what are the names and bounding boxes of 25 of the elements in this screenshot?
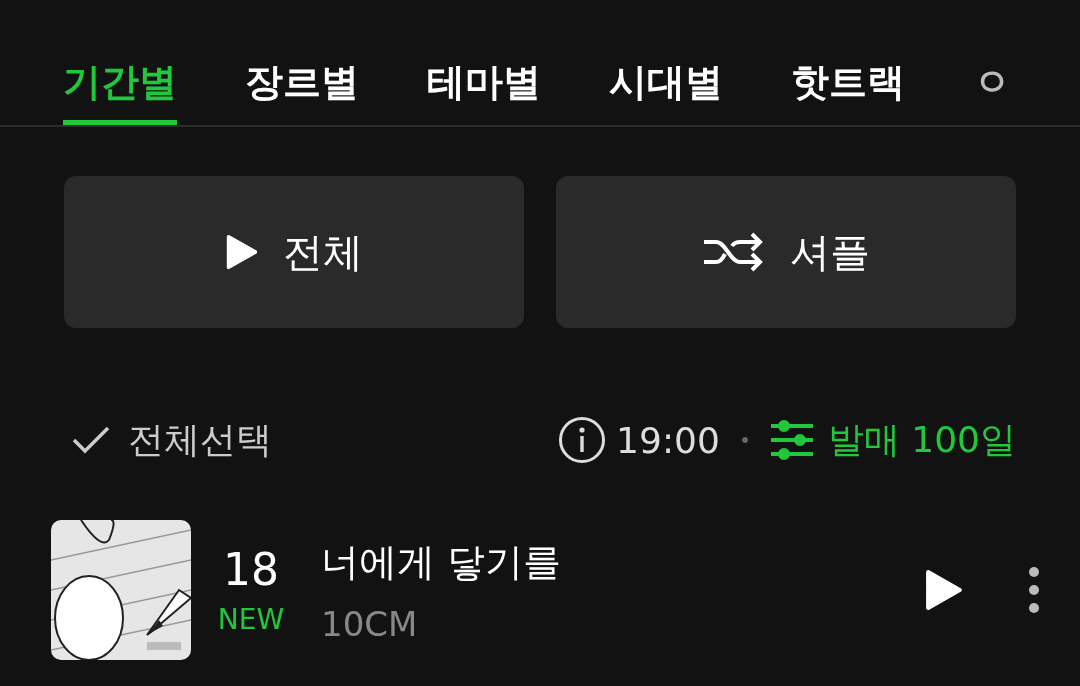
- tab[interactable]: ㅇ: [973, 31, 1011, 125]
- play-icon: [224, 234, 258, 270]
- tab[interactable]: 장르별: [245, 31, 359, 125]
- tab[interactable]: 시대별: [609, 31, 723, 125]
- shuffle-button[interactable]: 셔플: [556, 176, 1016, 328]
- update-time: 19:00: [616, 419, 720, 461]
- play-all-button[interactable]: 전체: [64, 176, 524, 328]
- new-label: NEW: [217, 603, 285, 636]
- select-all-button[interactable]: 전체선택: [72, 415, 272, 465]
- song-title: 너에게 닿기를: [321, 538, 563, 586]
- shuffle-icon: [702, 232, 764, 272]
- tab[interactable]: 기간별: [63, 31, 177, 125]
- filter-button[interactable]: 발매 100일: [769, 415, 1016, 465]
- play-button[interactable]: [924, 569, 962, 611]
- artist-name: 10CM: [321, 603, 419, 644]
- sliders-icon: [769, 420, 814, 460]
- tab[interactable]: 테마별: [427, 31, 541, 125]
- chart-rank: 18: [223, 544, 279, 595]
- more-icon: [1028, 566, 1040, 614]
- separator-dot: [741, 437, 748, 443]
- check-icon: [72, 426, 110, 454]
- tab[interactable]: 핫트랙: [791, 31, 905, 125]
- info-icon[interactable]: [558, 416, 607, 464]
- play-icon: [924, 569, 962, 611]
- more-button[interactable]: [1028, 566, 1040, 614]
